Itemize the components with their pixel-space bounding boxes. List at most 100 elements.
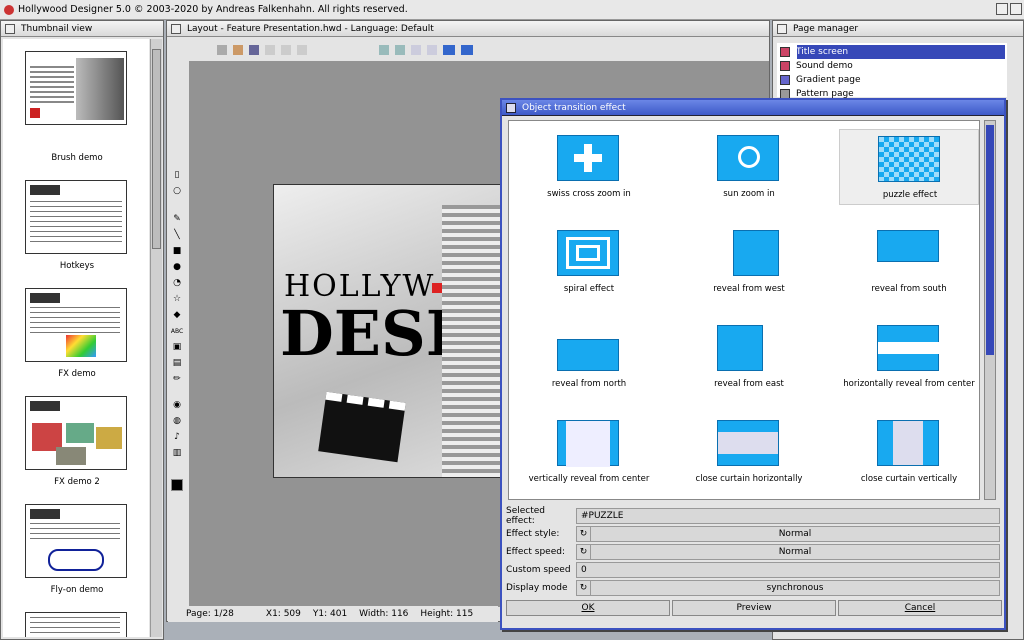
effect-reveal-from-south[interactable]: reveal from south <box>839 224 979 300</box>
layout-titlebar[interactable]: Layout - Feature Presentation.hwd - Lang… <box>167 21 769 37</box>
close-icon[interactable] <box>777 23 787 34</box>
music-tool-icon[interactable]: ♪ <box>171 431 183 443</box>
copy-icon[interactable] <box>281 45 291 55</box>
close-icon[interactable] <box>171 23 181 34</box>
thumbnail-fx-demo-2[interactable] <box>25 396 127 470</box>
thumbnail-view-titlebar[interactable]: Thumbnail view <box>1 21 163 37</box>
delete-tool-icon[interactable]: ▥ <box>171 447 183 459</box>
star-tool-icon[interactable]: ☆ <box>171 293 183 305</box>
status-width: Width: 116 <box>359 609 409 619</box>
status-y1: Y1: 401 <box>312 609 348 619</box>
preview-button[interactable]: Preview <box>672 600 836 616</box>
object-transition-dialog: Object transition effect swiss cross zoo… <box>500 98 1006 630</box>
color-swatch[interactable] <box>171 479 183 491</box>
cycle-icon: ↻ <box>577 581 591 595</box>
thumbnail-label: Fly-on demo <box>50 585 104 595</box>
effect-speed-cycle[interactable]: ↻ Normal <box>576 544 1000 560</box>
close-icon[interactable] <box>5 23 15 34</box>
effect-reveal-from-west[interactable]: reveal from west <box>679 224 819 300</box>
polygon-tool-icon[interactable]: ◆ <box>171 309 183 321</box>
save-icon[interactable] <box>249 45 259 55</box>
page-manager-titlebar[interactable]: Page manager <box>773 21 1023 37</box>
prev-page-icon[interactable] <box>443 45 455 55</box>
close-icon[interactable] <box>506 102 516 113</box>
effect-horizontally-reveal-from-center[interactable]: horizontally reveal from center <box>839 319 979 395</box>
iconify-button[interactable] <box>996 3 1008 15</box>
effect-sun-zoom-in[interactable]: sun zoom in <box>679 129 819 205</box>
logo-square <box>432 283 442 293</box>
cycle-icon: ↻ <box>577 527 591 541</box>
depth-button[interactable] <box>1010 3 1022 15</box>
fill-tool-icon[interactable]: ◉ <box>171 399 183 411</box>
thumbnail-list[interactable]: Brush demo Hotkeys FX demo FX demo 2 Fly… <box>3 39 149 637</box>
scrollbar-thumb[interactable] <box>152 49 161 249</box>
thumbnail-brush-demo[interactable] <box>25 51 127 125</box>
effect-label: puzzle effect <box>882 190 938 200</box>
slide-preview[interactable]: HOLLYW DESIG <box>273 184 503 478</box>
reveal-east-icon <box>717 325 763 371</box>
sound-tool-icon[interactable]: ◍ <box>171 415 183 427</box>
effect-vertically-reveal-from-center[interactable]: vertically reveal from center <box>519 414 659 490</box>
ok-button[interactable]: OK <box>506 600 670 616</box>
thumbnail-fx-demo[interactable] <box>25 288 127 362</box>
text-tool-icon[interactable]: ABC <box>171 325 183 337</box>
page-item[interactable]: Title screen <box>780 45 848 59</box>
page-item[interactable]: Gradient page <box>780 73 861 87</box>
dialog-titlebar[interactable]: Object transition effect <box>502 100 1004 116</box>
circle-tool-icon[interactable]: ● <box>171 261 183 273</box>
effect-close-curtain-vertically[interactable]: close curtain vertically <box>839 414 979 490</box>
ok-label: OK <box>581 603 595 613</box>
brush-tool-icon[interactable]: ✎ <box>171 213 183 225</box>
redo-icon[interactable] <box>395 45 405 55</box>
next-page-icon[interactable] <box>461 45 473 55</box>
zoom-tool-icon[interactable]: ○ <box>171 185 183 197</box>
effect-gallery-scrollbar[interactable] <box>984 120 996 500</box>
open-icon[interactable] <box>233 45 243 55</box>
custom-speed-input[interactable]: 0 <box>576 562 1000 578</box>
display-mode-cycle[interactable]: ↻ synchronous <box>576 580 1000 596</box>
effect-gallery[interactable]: swiss cross zoom in sun zoom in puzzle e… <box>508 120 980 500</box>
effect-reveal-from-east[interactable]: reveal from east <box>679 319 819 395</box>
effect-speed-label: Effect speed: <box>506 547 565 557</box>
cancel-button[interactable]: Cancel <box>838 600 1002 616</box>
effect-swiss-cross-zoom-in[interactable]: swiss cross zoom in <box>519 129 659 205</box>
thumbnail-fly-on-demo[interactable] <box>25 504 127 578</box>
cut-icon[interactable] <box>265 45 275 55</box>
paste-icon[interactable] <box>297 45 307 55</box>
selected-effect-field: #PUZZLE <box>576 508 1000 524</box>
preview-label: Preview <box>736 603 772 613</box>
page-icon <box>780 47 790 57</box>
new-icon[interactable] <box>217 45 227 55</box>
effect-style-cycle[interactable]: ↻ Normal <box>576 526 1000 542</box>
building-graphic <box>442 205 502 477</box>
undo-icon[interactable] <box>379 45 389 55</box>
thumbnail-hotkeys[interactable] <box>25 180 127 254</box>
play-icon[interactable] <box>411 45 421 55</box>
status-height: Height: 115 <box>420 609 474 619</box>
dialog-title: Object transition effect <box>522 102 626 113</box>
select-tool-icon[interactable]: ▯ <box>171 169 183 181</box>
layout-statusbar: Page: 1/28 X1: 509 Y1: 401 Width: 116 He… <box>168 606 498 622</box>
line-tool-icon[interactable]: ╲ <box>171 229 183 241</box>
reveal-center-v-icon <box>557 420 619 467</box>
thumbnail-next[interactable] <box>25 612 127 637</box>
effect-close-curtain-horizontally[interactable]: close curtain horizontally <box>679 414 819 490</box>
effect-spiral[interactable]: spiral effect <box>519 224 659 300</box>
anim-tool-icon[interactable]: ▤ <box>171 357 183 369</box>
effect-style-value: Normal <box>778 529 812 539</box>
pen-tool-icon[interactable]: ✏ <box>171 373 183 385</box>
display-mode-label: Display mode <box>506 583 568 593</box>
rectangle-tool-icon[interactable]: ■ <box>171 245 183 257</box>
thumbnail-scrollbar[interactable] <box>150 39 162 637</box>
effect-puzzle[interactable]: puzzle effect <box>839 129 979 205</box>
scrollbar-thumb[interactable] <box>986 125 994 355</box>
image-tool-icon[interactable]: ▣ <box>171 341 183 353</box>
page-item[interactable]: Sound demo <box>780 59 853 73</box>
effect-label: sun zoom in <box>723 189 775 199</box>
effect-speed-row: Effect speed: ↻ Normal <box>506 544 1000 560</box>
step-icon[interactable] <box>427 45 437 55</box>
effect-reveal-from-north[interactable]: reveal from north <box>519 319 659 395</box>
effect-label: swiss cross zoom in <box>547 189 631 199</box>
effect-label: reveal from north <box>551 379 627 389</box>
arc-tool-icon[interactable]: ◔ <box>171 277 183 289</box>
